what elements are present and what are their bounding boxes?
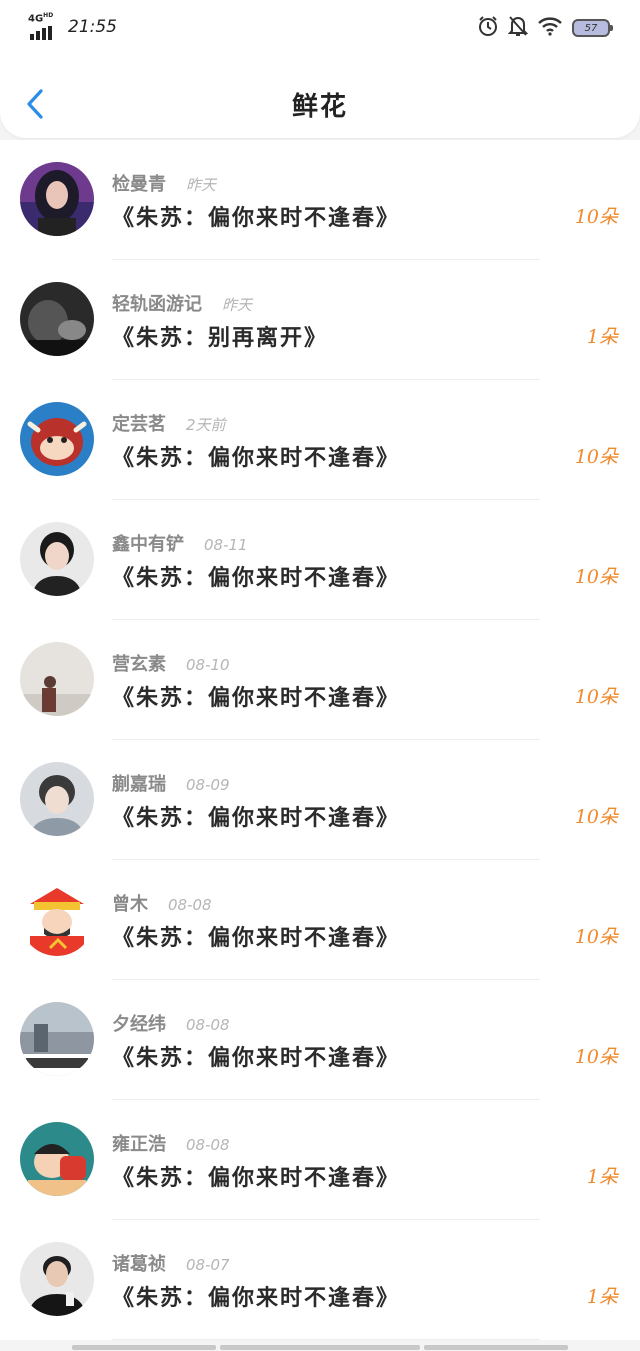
sender-name[interactable]: 雍正浩: [112, 1130, 166, 1156]
list-item[interactable]: 检曼青 昨天《朱苏：偏你来时不逢春》 10朵: [0, 140, 640, 260]
avatar[interactable]: [20, 522, 94, 596]
app-header: 4GHD 21:55 57 鲜花: [0, 0, 640, 138]
flower-count: 10朵: [574, 566, 618, 588]
flower-count: 1朵: [586, 1166, 618, 1188]
wifi-icon: [537, 16, 563, 40]
gift-date: 08-11: [204, 536, 248, 554]
avatar[interactable]: [20, 882, 94, 956]
flower-count: 10朵: [574, 686, 618, 708]
clock-time: 21:55: [68, 17, 117, 37]
flower-count: 10朵: [574, 446, 618, 468]
gift-song-title: 《朱苏：别再离开》: [112, 325, 329, 351]
gift-date: 08-07: [186, 1256, 230, 1274]
bottom-scroll-indicator: [0, 1345, 640, 1351]
list-item[interactable]: 雍正浩 08-08 《朱苏：偏你来时不逢春》 1朵: [0, 1100, 640, 1220]
avatar[interactable]: [20, 282, 94, 356]
avatar[interactable]: [20, 1002, 94, 1076]
flower-gift-list: 检曼青 昨天 《朱苏：偏你来时不逢春》 10朵 轻轨函游记 昨天 《朱苏：别再离开》 1朵 定芸…: [0, 140, 640, 1340]
mute-bell-icon: [507, 15, 529, 41]
gift-date: 昨天: [186, 176, 217, 194]
gift-date: 08-08: [168, 896, 212, 914]
avatar[interactable]: [20, 1122, 94, 1196]
cellular-signal-icon: 4GHD: [28, 12, 60, 40]
avatar[interactable]: [20, 1242, 94, 1316]
sender-name[interactable]: 检曼青: [112, 170, 166, 196]
sender-name[interactable]: 轻轨函游记: [112, 290, 202, 316]
gift-song-title: 《朱苏：偏你来时不逢春》: [112, 685, 401, 711]
sender-name[interactable]: 诸葛祯: [112, 1250, 166, 1276]
row-divider: [112, 1339, 540, 1340]
flower-count: 1朵: [586, 1286, 618, 1308]
flower-count: 1朵: [586, 326, 618, 348]
gift-song-title: 《朱苏：偏你来时不逢春》: [112, 1285, 401, 1311]
flower-count: 10朵: [574, 926, 618, 948]
gift-date: 08-09: [186, 776, 230, 794]
list-item[interactable]: 鑫中有铲 08-11 《朱苏：偏你来时不逢春》 10朵: [0, 500, 640, 620]
gift-date: 昨天: [222, 296, 253, 314]
gift-song-title: 《朱苏：偏你来时不逢春》: [112, 205, 401, 231]
sender-name[interactable]: 定芸茗: [112, 410, 166, 436]
page-title: 鲜花: [291, 92, 348, 122]
status-bar: 4GHD 21:55 57: [0, 0, 640, 56]
sender-name[interactable]: 蒯嘉瑞: [112, 770, 166, 796]
flower-count: 10朵: [574, 206, 618, 228]
gift-song-title: 《朱苏：偏你来时不逢春》: [112, 445, 401, 471]
avatar[interactable]: [20, 402, 94, 476]
avatar[interactable]: [20, 162, 94, 236]
gift-song-title: 《朱苏：偏你来时不逢春》: [112, 565, 401, 591]
gift-date: 2天前: [186, 416, 226, 434]
list-item[interactable]: 营玄素 08-10 《朱苏：偏你来时不逢春》 10朵: [0, 620, 640, 740]
sender-name[interactable]: 曾木: [112, 890, 148, 916]
list-item[interactable]: 夕经纬 08-08 《朱苏：偏你来时不逢春》 10朵: [0, 980, 640, 1100]
gift-song-title: 《朱苏：偏你来时不逢春》: [112, 925, 401, 951]
gift-date: 08-10: [186, 656, 230, 674]
list-item[interactable]: 蒯嘉瑞 08-09 《朱苏：偏你来时不逢春》 10朵: [0, 740, 640, 860]
sender-name[interactable]: 夕经纬: [112, 1010, 166, 1036]
gift-date: 08-08: [186, 1136, 230, 1154]
gift-song-title: 《朱苏：偏你来时不逢春》: [112, 1165, 401, 1191]
avatar[interactable]: [20, 762, 94, 836]
avatar[interactable]: [20, 642, 94, 716]
alarm-icon: [477, 15, 499, 41]
list-item[interactable]: 轻轨函游记 昨天《朱苏：别再离开》 1朵: [0, 260, 640, 380]
flower-count: 10朵: [574, 806, 618, 828]
list-item[interactable]: 定芸茗 2天前《朱苏：偏你来时不逢春》 10朵: [0, 380, 640, 500]
sender-name[interactable]: 营玄素: [112, 650, 166, 676]
list-item[interactable]: 曾木 08-08 《朱苏：偏你来时不逢春》 10朵: [0, 860, 640, 980]
gift-date: 08-08: [186, 1016, 230, 1034]
sender-name[interactable]: 鑫中有铲: [112, 530, 184, 556]
gift-song-title: 《朱苏：偏你来时不逢春》: [112, 1045, 401, 1071]
list-item[interactable]: 诸葛祯 08-07 《朱苏：偏你来时不逢春》 1朵: [0, 1220, 640, 1340]
gift-song-title: 《朱苏：偏你来时不逢春》: [112, 805, 401, 831]
flower-count: 10朵: [574, 1046, 618, 1068]
battery-icon: 57: [572, 19, 613, 37]
